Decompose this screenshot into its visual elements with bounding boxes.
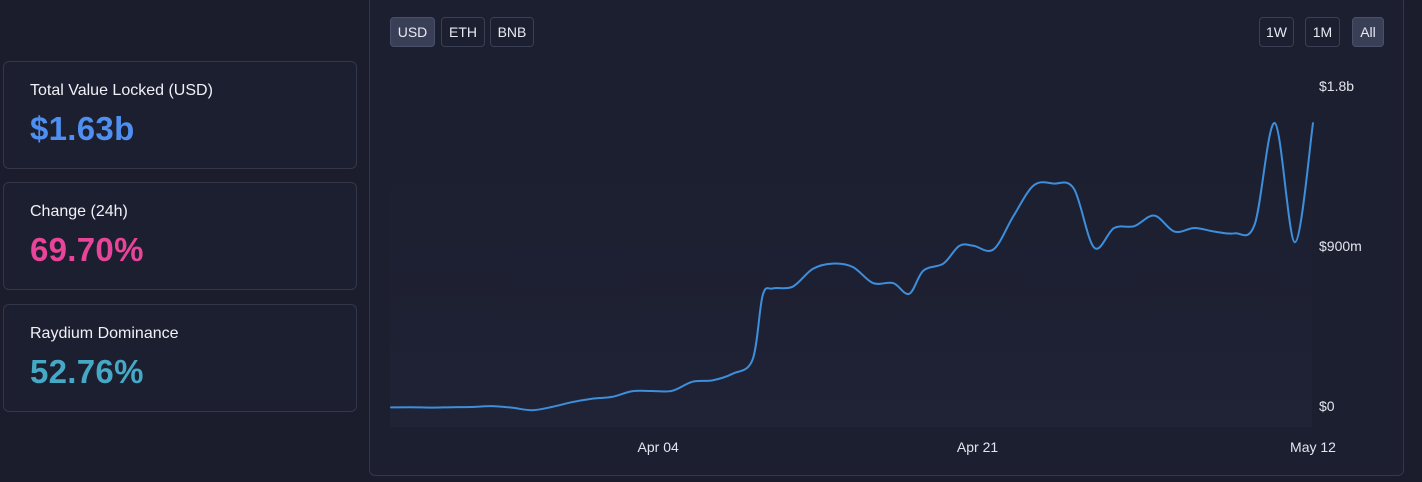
range-all-button[interactable]: All <box>1352 17 1384 47</box>
x-tick-label: May 12 <box>1290 439 1336 455</box>
dominance-label: Raydium Dominance <box>30 325 179 342</box>
y-axis: $1.8b $900m $0 <box>1319 78 1362 414</box>
y-tick-label: $1.8b <box>1319 78 1354 94</box>
plot-area <box>390 67 1312 427</box>
currency-eth-button[interactable]: ETH <box>441 17 485 47</box>
tvl-series-line <box>390 122 1314 412</box>
change-card: Change (24h) 69.70% <box>3 182 357 290</box>
tvl-line-chart: $1.8b $900m $0 Apr 04 Apr 21 May 12 <box>390 67 1362 455</box>
change-value: 69.70% <box>30 231 144 268</box>
dominance-value: 52.76% <box>30 353 144 390</box>
currency-bnb-button[interactable]: BNB <box>490 17 534 47</box>
range-1m-button[interactable]: 1M <box>1305 17 1340 47</box>
currency-usd-button[interactable]: USD <box>390 17 435 47</box>
range-1w-button[interactable]: 1W <box>1259 17 1294 47</box>
dominance-card: Raydium Dominance 52.76% <box>3 304 357 412</box>
tvl-label: Total Value Locked (USD) <box>30 82 213 99</box>
x-axis: Apr 04 Apr 21 May 12 <box>638 439 1337 455</box>
dashboard: Total Value Locked (USD) $1.63b Change (… <box>0 0 1422 482</box>
tvl-chart-panel: USD ETH BNB 1W 1M All $1.8b $900m $0 Apr 0… <box>369 0 1404 476</box>
tvl-value: $1.63b <box>30 110 135 147</box>
y-tick-label: $900m <box>1319 238 1362 254</box>
y-tick-label: $0 <box>1319 398 1335 414</box>
x-tick-label: Apr 21 <box>957 439 998 455</box>
x-tick-label: Apr 04 <box>638 439 679 455</box>
change-label: Change (24h) <box>30 203 128 220</box>
tvl-card: Total Value Locked (USD) $1.63b <box>3 61 357 169</box>
